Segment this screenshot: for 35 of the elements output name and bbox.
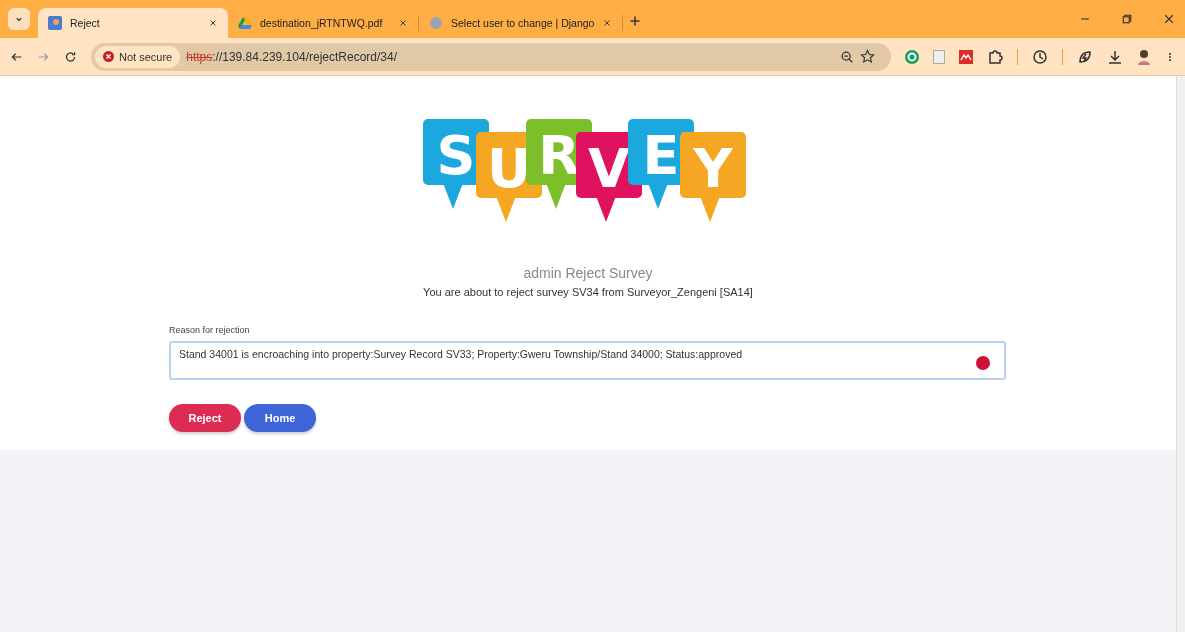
logo-letter: Y bbox=[680, 132, 746, 222]
reject-button[interactable]: Reject bbox=[169, 404, 241, 432]
page-heading: admin Reject Survey bbox=[523, 265, 653, 281]
reload-icon[interactable] bbox=[64, 49, 77, 64]
field-label: Reason for rejection bbox=[169, 325, 251, 335]
puzzle-icon[interactable] bbox=[987, 48, 1003, 65]
restore-icon[interactable] bbox=[1121, 13, 1133, 25]
close-icon[interactable] bbox=[1163, 13, 1175, 25]
extension-icon[interactable] bbox=[959, 49, 973, 64]
close-icon[interactable] bbox=[398, 18, 408, 28]
globe-icon bbox=[429, 16, 443, 30]
browser-tab[interactable]: Select user to change | Django bbox=[419, 8, 623, 38]
warning-icon bbox=[103, 51, 114, 62]
download-icon[interactable] bbox=[1107, 48, 1123, 65]
star-icon[interactable] bbox=[860, 49, 875, 64]
scrollbar[interactable] bbox=[1176, 76, 1185, 632]
page-subheading: You are about to reject survey SV34 from Surveyor_Zengeni [SA14] bbox=[423, 286, 753, 298]
address-bar[interactable]: Not secure https://139.84.239.104/rejectRecord/34/ bbox=[91, 42, 891, 71]
browser-tab[interactable]: Reject bbox=[38, 8, 228, 38]
close-icon[interactable] bbox=[602, 18, 613, 28]
reason-field[interactable]: Stand 34001 is encroaching into property:Survey Record SV33; Property:Gweru Township/Stand 34000; Status:approved bbox=[169, 341, 1006, 380]
close-icon[interactable] bbox=[208, 18, 218, 28]
new-tab-icon[interactable] bbox=[629, 15, 642, 27]
drive-icon bbox=[238, 16, 252, 30]
extension-badge-icon bbox=[976, 356, 990, 370]
leaf-icon[interactable] bbox=[1077, 48, 1093, 65]
home-button[interactable]: Home bbox=[244, 404, 316, 432]
site-icon bbox=[48, 16, 62, 30]
zoom-out-icon[interactable] bbox=[840, 49, 854, 64]
avatar-icon[interactable] bbox=[1137, 48, 1151, 65]
history-icon[interactable] bbox=[1032, 48, 1048, 65]
security-chip[interactable]: Not secure bbox=[95, 45, 181, 68]
browser-tab[interactable]: destination_jRTNTWQ.pdf bbox=[228, 8, 418, 38]
url-text: https://139.84.239.104/rejectRecord/34/ bbox=[186, 49, 398, 64]
grammar-extension-icon[interactable] bbox=[905, 49, 919, 64]
